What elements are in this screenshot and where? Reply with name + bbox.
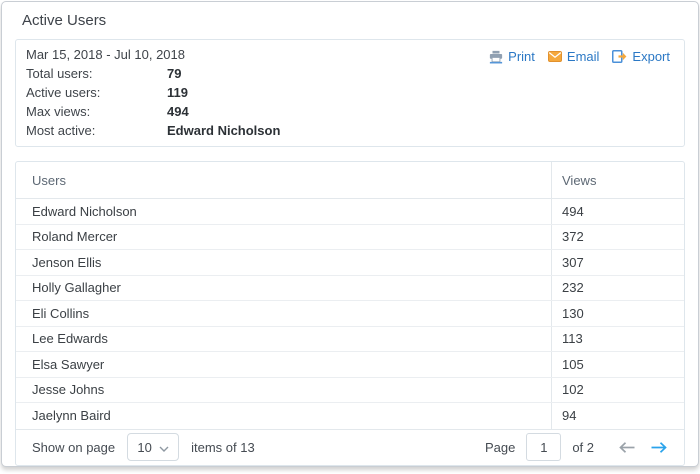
views-cell: 113 — [551, 326, 684, 351]
email-icon — [547, 51, 562, 62]
user-cell: Holly Gallagher — [32, 280, 121, 296]
user-cell: Edward Nicholson — [32, 203, 137, 219]
show-on-page-label: Show on page — [32, 439, 116, 455]
table-row: Eli Collins 130 — [16, 301, 684, 327]
items-of-label: items of 13 — [191, 439, 255, 455]
page-nav-arrows — [618, 441, 668, 454]
summary-value: Edward Nicholson — [167, 123, 281, 138]
views-cell: 372 — [551, 224, 684, 249]
summary-box: Mar 15, 2018 - Jul 10, 2018 Total users:… — [15, 39, 685, 147]
table-row: Jaelynn Baird 94 — [16, 403, 684, 429]
table-row: Jenson Ellis 307 — [16, 250, 684, 276]
page-size-value: 10 — [137, 439, 152, 455]
page-of-label: of 2 — [572, 439, 594, 455]
views-cell: 102 — [551, 377, 684, 402]
page-label: Page — [484, 439, 516, 455]
table-row: Roland Mercer 372 — [16, 224, 684, 250]
views-cell: 232 — [551, 275, 684, 300]
summary-row-active-users: Active users: 119 — [26, 83, 674, 102]
email-label: Email — [566, 49, 600, 64]
table-row: Lee Edwards 113 — [16, 326, 684, 352]
views-cell: 130 — [551, 301, 684, 326]
pagination-controls: Page of 2 — [485, 433, 668, 461]
table-header-row: Users Views — [16, 162, 684, 199]
table-footer: Show on page 10 items of 13 Page of 2 — [16, 428, 684, 465]
summary-row-most-active: Most active: Edward Nicholson — [26, 121, 674, 140]
user-cell: Jesse Johns — [32, 382, 105, 398]
summary-row-max-views: Max views: 494 — [26, 102, 674, 121]
table-body: Edward Nicholson 494 Roland Mercer 372 J… — [16, 199, 684, 429]
summary-label: Total users: — [26, 66, 93, 81]
table-row: Elsa Sawyer 105 — [16, 352, 684, 378]
summary-value: 79 — [167, 66, 182, 81]
column-header-views: Views — [551, 162, 684, 198]
chevron-down-icon — [159, 440, 169, 455]
table-row: Jesse Johns 102 — [16, 377, 684, 403]
next-page-arrow-icon[interactable] — [650, 441, 668, 454]
summary-label: Max views: — [26, 104, 91, 119]
summary-value: 119 — [167, 85, 188, 100]
page-number-input[interactable] — [526, 433, 562, 461]
previous-page-arrow-icon[interactable] — [618, 441, 636, 454]
active-users-table: Users Views Edward Nicholson 494 Roland … — [15, 161, 685, 466]
summary-label: Most active: — [26, 123, 96, 138]
summary-label: Active users: — [26, 85, 101, 100]
summary-actions: Print Email Export — [489, 49, 670, 64]
page-title: Active Users — [22, 12, 107, 29]
summary-value: 494 — [167, 104, 189, 119]
print-button[interactable]: Print — [489, 49, 535, 64]
page-size-select[interactable]: 10 — [127, 433, 180, 461]
printer-icon — [489, 50, 503, 64]
user-cell: Elsa Sawyer — [32, 356, 105, 372]
table-row: Edward Nicholson 494 — [16, 199, 684, 225]
views-cell: 94 — [551, 403, 684, 429]
active-users-panel: Active Users Mar 15, 2018 - Jul 10, 2018… — [1, 1, 699, 467]
table-row: Holly Gallagher 232 — [16, 275, 684, 301]
user-cell: Jenson Ellis — [32, 254, 102, 270]
views-cell: 105 — [551, 352, 684, 377]
column-header-users: Users — [32, 172, 66, 188]
views-cell: 307 — [551, 250, 684, 275]
export-icon — [612, 50, 627, 63]
export-label: Export — [632, 49, 670, 64]
views-cell: 494 — [551, 199, 684, 224]
export-button[interactable]: Export — [612, 49, 670, 64]
user-cell: Eli Collins — [32, 305, 90, 321]
user-cell: Lee Edwards — [32, 331, 108, 347]
print-label: Print — [508, 49, 535, 64]
user-cell: Jaelynn Baird — [32, 408, 111, 424]
user-cell: Roland Mercer — [32, 229, 118, 245]
email-button[interactable]: Email — [547, 49, 600, 64]
summary-row-total-users: Total users: 79 — [26, 64, 674, 83]
